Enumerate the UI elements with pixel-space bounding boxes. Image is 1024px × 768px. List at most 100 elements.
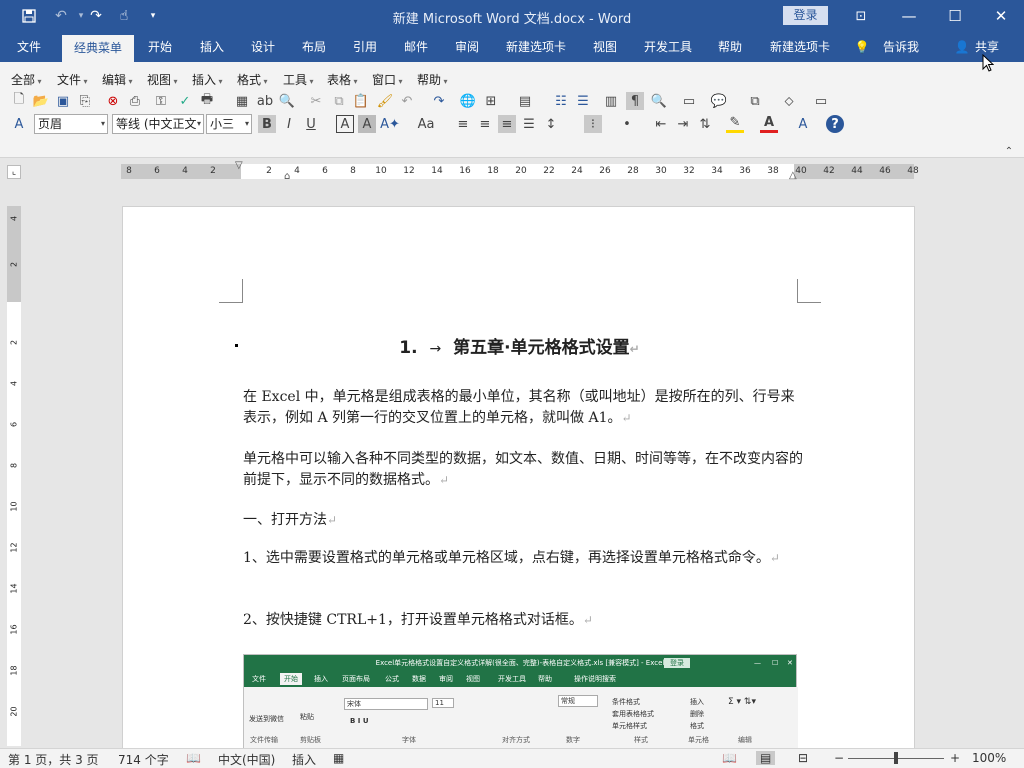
proofing-icon[interactable]: 📖 bbox=[186, 751, 201, 765]
permission-icon[interactable]: ⚿ bbox=[152, 92, 170, 110]
print-preview-icon[interactable]: ⎙ bbox=[126, 92, 144, 110]
highlight-review-icon[interactable]: ⬦ bbox=[780, 92, 798, 110]
text-box-icon[interactable]: ▭ bbox=[812, 92, 830, 110]
read-mode-icon[interactable]: 📖 bbox=[722, 751, 737, 765]
macro-record-icon[interactable]: ▦ bbox=[333, 751, 344, 765]
lightbulb-icon[interactable]: 💡 bbox=[854, 32, 870, 62]
paragraph-data-types[interactable]: 单元格中可以输入各种不同类型的数据，如文本、数值、日期、时间等等，在不改变内容的… bbox=[243, 449, 803, 491]
save-as-icon[interactable]: ⎘ bbox=[76, 92, 94, 110]
vertical-ruler[interactable]: 4 2 2 4 6 8 10 12 14 16 18 20 bbox=[7, 206, 21, 746]
numbering-icon[interactable]: ⁝ bbox=[584, 115, 602, 133]
tab-developer[interactable]: 开发工具 bbox=[638, 32, 698, 62]
person-icon[interactable]: 👤 bbox=[954, 32, 970, 62]
paragraph-step-1[interactable]: 1、选中需要设置格式的单元格或单元格区域，点右键，再选择设置单元格格式命令。↵ bbox=[243, 548, 803, 569]
tab-file[interactable]: 文件 bbox=[6, 32, 52, 62]
maximize-icon[interactable]: ☐ bbox=[932, 0, 978, 32]
insert-mode[interactable]: 插入 bbox=[292, 751, 316, 768]
spelling-check-icon[interactable]: ✓ bbox=[176, 92, 194, 110]
right-indent-icon[interactable]: △ bbox=[789, 170, 797, 181]
font-color-icon[interactable]: A bbox=[760, 115, 778, 133]
left-indent-icon[interactable]: ⌂ bbox=[284, 171, 290, 182]
insert-table-icon[interactable]: ▤ bbox=[516, 92, 534, 110]
copy-icon[interactable]: ⧉ bbox=[330, 92, 348, 110]
reading-mode-icon[interactable]: ▭ bbox=[680, 92, 698, 110]
document-page[interactable]: 1. → 第五章·单元格格式设置↵ 在 Excel 中，单元格是组成表格的最小单… bbox=[122, 206, 915, 748]
bullets-icon[interactable]: • bbox=[618, 115, 636, 133]
document-map-icon[interactable]: ▥ bbox=[602, 92, 620, 110]
language[interactable]: 中文(中国) bbox=[218, 751, 275, 768]
font-size-dropdown[interactable]: 小三 ▾ bbox=[206, 114, 252, 134]
font-dropdown[interactable]: 等线 (中文正文 ▾ bbox=[112, 114, 204, 134]
format-painter-icon[interactable]: 🖌 bbox=[376, 92, 394, 110]
tab-view[interactable]: 视图 bbox=[585, 32, 625, 62]
show-formatting-icon[interactable]: ¶ bbox=[626, 92, 644, 110]
login-button[interactable]: 登录 bbox=[783, 6, 828, 25]
tab-selector-icon[interactable]: ⌞ bbox=[7, 165, 21, 179]
comment-icon[interactable]: 💬 bbox=[710, 92, 728, 110]
menu-help[interactable]: 帮助 bbox=[417, 71, 448, 88]
close-icon[interactable]: ✕ bbox=[978, 0, 1024, 32]
zoom-level[interactable]: 100% bbox=[972, 751, 1006, 765]
spelling-grammar-icon[interactable]: ab bbox=[256, 92, 274, 110]
horizontal-ruler[interactable]: 8 6 4 2 2 4 6 8 10 12 14 16 18 20 22 24 26 28 30 32 34 36 38 40… bbox=[121, 160, 919, 182]
web-layout-icon[interactable]: ⊟ bbox=[798, 751, 808, 765]
align-center-icon[interactable]: ≡ bbox=[476, 115, 494, 133]
character-border-button[interactable]: A bbox=[336, 115, 354, 133]
heading-1[interactable]: 1. → 第五章·单元格格式设置↵ bbox=[123, 333, 914, 358]
paragraph-step-2[interactable]: 2、按快捷键 CTRL+1，打开设置单元格格式对话框。↵ bbox=[243, 610, 803, 631]
print-layout-icon[interactable]: ▤ bbox=[756, 751, 776, 765]
open-folder-icon[interactable]: 📂 bbox=[32, 92, 50, 110]
borders-icon[interactable]: ⊞ bbox=[482, 92, 500, 110]
zoom-slider-thumb[interactable] bbox=[894, 752, 898, 764]
paste-icon[interactable]: 📋 bbox=[352, 92, 370, 110]
save-file-icon[interactable]: ▣ bbox=[54, 92, 72, 110]
tab-references[interactable]: 引用 bbox=[345, 32, 385, 62]
zoom-in-icon[interactable]: + bbox=[950, 751, 960, 765]
decrease-indent-icon[interactable]: ⇤ bbox=[652, 115, 670, 133]
tab-mailings[interactable]: 邮件 bbox=[396, 32, 436, 62]
columns-icon[interactable]: ☷ bbox=[552, 92, 570, 110]
close-document-icon[interactable]: ⊗ bbox=[104, 92, 122, 110]
hyperlink-icon[interactable]: 🌐 bbox=[459, 92, 477, 110]
page-count[interactable]: 第 1 页，共 3 页 bbox=[8, 751, 99, 768]
new-document-icon[interactable]: 🗋 bbox=[10, 92, 28, 110]
justify-icon[interactable]: ≡ bbox=[498, 115, 516, 133]
zoom-icon[interactable]: 🔍 bbox=[650, 92, 668, 110]
menu-insert[interactable]: 插入 bbox=[192, 71, 223, 88]
underline-button[interactable]: U bbox=[302, 115, 320, 133]
print-icon[interactable]: 🖶 bbox=[198, 92, 216, 110]
tab-insert[interactable]: 插入 bbox=[192, 32, 232, 62]
undo-toolbar-icon[interactable]: ↶ bbox=[398, 92, 416, 110]
text-highlight-effects-icon[interactable]: A bbox=[794, 115, 812, 133]
increase-indent-icon[interactable]: ⇥ bbox=[674, 115, 692, 133]
highlight-color-icon[interactable]: ✎ bbox=[726, 115, 744, 133]
tab-classic-menu[interactable]: 经典菜单 bbox=[62, 35, 134, 62]
tab-home[interactable]: 开始 bbox=[140, 32, 180, 62]
redo-toolbar-icon[interactable]: ↷ bbox=[430, 92, 448, 110]
tab-new-tab-1[interactable]: 新建选项卡 bbox=[500, 32, 572, 62]
tab-review[interactable]: 审阅 bbox=[447, 32, 487, 62]
distributed-align-icon[interactable]: ☰ bbox=[520, 115, 538, 133]
menu-edit[interactable]: 编辑 bbox=[102, 71, 133, 88]
tell-me-search[interactable]: 告诉我 bbox=[880, 32, 922, 62]
minimize-icon[interactable]: — bbox=[886, 0, 932, 32]
paragraph-intro[interactable]: 在 Excel 中，单元格是组成表格的最小单位，其名称（或叫地址）是按所在的列、… bbox=[243, 387, 803, 429]
format-painter-grid-icon[interactable]: ▦ bbox=[233, 92, 251, 110]
styles-pane-icon[interactable]: A bbox=[10, 115, 28, 133]
cut-icon[interactable]: ✂ bbox=[307, 92, 325, 110]
list-columns-icon[interactable]: ☰ bbox=[574, 92, 592, 110]
tab-layout[interactable]: 布局 bbox=[294, 32, 334, 62]
paragraph-open-method[interactable]: 一、打开方法↵ bbox=[243, 510, 803, 531]
help-icon[interactable]: ? bbox=[826, 115, 844, 133]
bold-button[interactable]: B bbox=[258, 115, 276, 133]
align-left-icon[interactable]: ≡ bbox=[454, 115, 472, 133]
menu-file[interactable]: 文件 bbox=[57, 71, 88, 88]
first-line-indent-icon[interactable]: ▽ bbox=[235, 160, 243, 171]
change-case-button[interactable]: Aa bbox=[414, 115, 438, 133]
tab-help[interactable]: 帮助 bbox=[710, 32, 750, 62]
character-shading-button[interactable]: A bbox=[358, 115, 376, 133]
menu-tools[interactable]: 工具 bbox=[283, 71, 314, 88]
italic-button[interactable]: I bbox=[280, 115, 298, 133]
zoom-out-icon[interactable]: − bbox=[834, 751, 844, 765]
word-count[interactable]: 714 个字 bbox=[118, 751, 169, 768]
